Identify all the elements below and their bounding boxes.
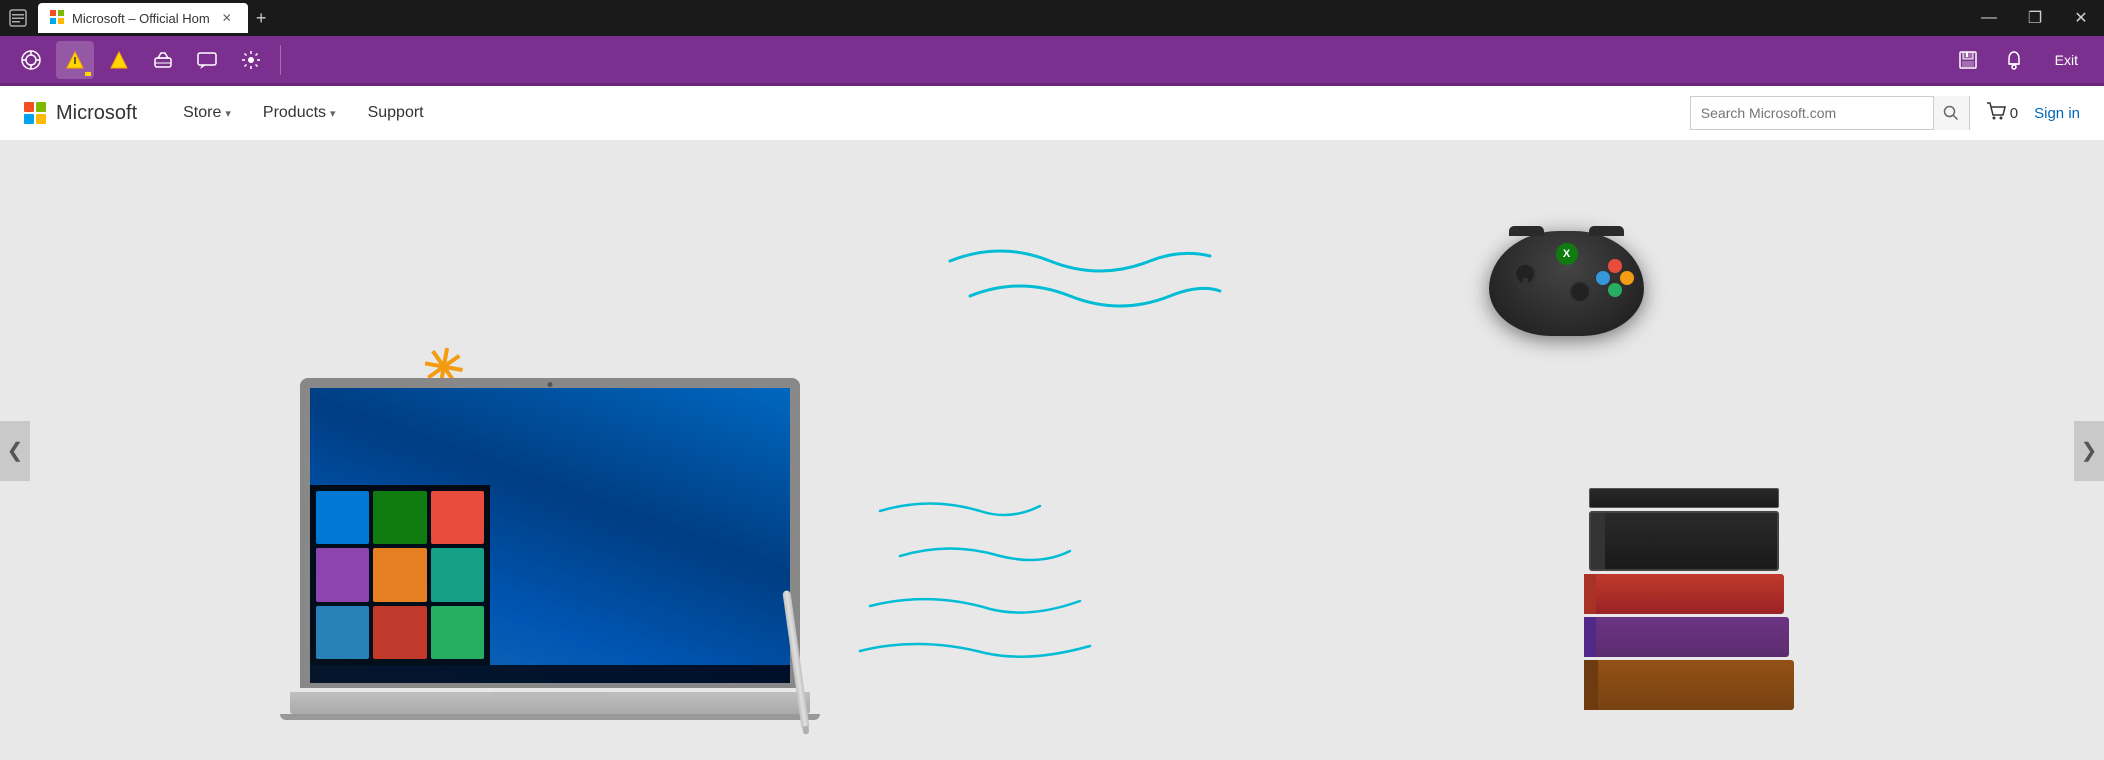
toolbar-divider [280, 45, 281, 75]
store-chevron-icon: ▾ [225, 107, 231, 120]
highlight-active-button[interactable] [56, 41, 94, 79]
chevron-left-icon: ❮ [7, 438, 24, 463]
hero-section: ❮ ✳ ✳ ✳ ✳ [0, 141, 2104, 760]
nav-support-link[interactable]: Support [352, 86, 440, 141]
navbar-right: 0 Sign in [1690, 96, 2080, 130]
hero-content: ✳ ✳ ✳ ✳ [0, 141, 2104, 760]
save-button[interactable] [1949, 41, 1987, 79]
sparkle-button[interactable] [232, 41, 270, 79]
minimize-button[interactable]: — [1966, 0, 2012, 36]
microsoft-logo[interactable]: Microsoft [24, 102, 137, 125]
cart-link[interactable]: 0 [1986, 102, 2018, 125]
tab-title: Microsoft – Official Hom [72, 11, 210, 26]
logo-green [36, 102, 46, 112]
cart-count: 0 [2010, 105, 2018, 122]
cart-icon [1986, 102, 2006, 125]
nav-support-label: Support [368, 104, 424, 122]
eraser-button[interactable] [144, 41, 182, 79]
tab-close-button[interactable]: ✕ [218, 9, 236, 27]
xbox-controller-illustration: X [1489, 231, 1644, 336]
chevron-right-icon: ❯ [2081, 438, 2098, 463]
books-illustration [1589, 488, 1794, 710]
ms-logo-text: Microsoft [56, 102, 137, 125]
comment-button[interactable] [188, 41, 226, 79]
ms-logo-grid [24, 102, 46, 124]
logo-red [24, 102, 34, 112]
nav-products-link[interactable]: Products ▾ [247, 86, 352, 141]
close-button[interactable]: ✕ [2058, 0, 2104, 36]
exit-button[interactable]: Exit [2041, 46, 2092, 74]
products-chevron-icon: ▾ [330, 107, 336, 120]
laptop-illustration [300, 378, 820, 720]
nav-products-label: Products [263, 104, 326, 122]
annotation-toolbar: Exit [0, 36, 2104, 86]
search-input[interactable] [1691, 97, 1933, 129]
carousel-prev-button[interactable]: ❮ [0, 421, 30, 481]
restore-button[interactable]: ❐ [2012, 0, 2058, 36]
highlight-button[interactable] [100, 41, 138, 79]
window-controls: — ❐ ✕ [1966, 0, 2104, 36]
target-tool-button[interactable] [12, 41, 50, 79]
logo-blue [24, 114, 34, 124]
tab-favicon [50, 10, 64, 27]
signin-link[interactable]: Sign in [2034, 105, 2080, 122]
titlebar: Microsoft – Official Hom ✕ + — ❐ ✕ [0, 0, 2104, 36]
browser-icon [8, 8, 28, 28]
new-tab-button[interactable]: + [248, 9, 275, 27]
nav-store-link[interactable]: Store ▾ [167, 86, 247, 141]
search-box [1690, 96, 1970, 130]
toolbar-right-area: Exit [1949, 41, 2092, 79]
nav-store-label: Store [183, 104, 221, 122]
logo-yellow [36, 114, 46, 124]
carousel-next-button[interactable]: ❯ [2074, 421, 2104, 481]
navbar: Microsoft Store ▾ Products ▾ Support [0, 86, 2104, 141]
notifications-button[interactable] [1995, 41, 2033, 79]
browser-tab[interactable]: Microsoft – Official Hom ✕ [38, 3, 248, 33]
search-submit-button[interactable] [1933, 96, 1969, 130]
